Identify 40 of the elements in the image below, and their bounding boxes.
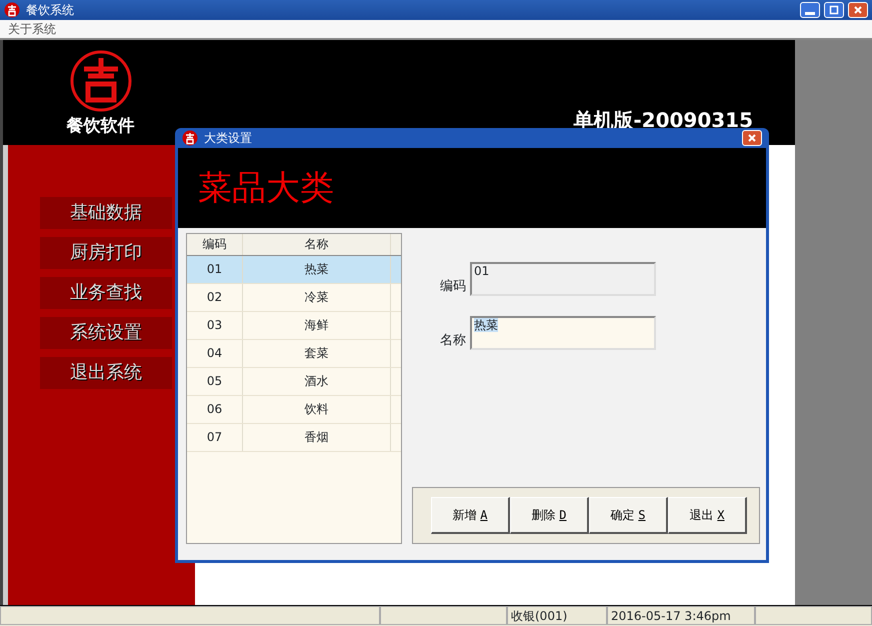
max-button[interactable] [824,2,844,18]
sidebar-item[interactable]: 厨房打印 [40,237,172,269]
input-field[interactable]: 热菜 [470,316,656,350]
maximize-icon [828,4,840,16]
sidebar-item[interactable]: 系统设置 [40,317,172,349]
window-title: 餐饮系统 [26,2,74,19]
grid-row[interactable]: 03 海鲜 [187,312,401,340]
minimize-icon [805,12,815,15]
grid-row[interactable]: 07 香烟 [187,424,401,452]
close-button[interactable] [848,2,868,18]
menu-item[interactable]: 关于系统 [8,20,56,38]
action-button[interactable]: 确定 S [589,497,668,534]
sidebar-item[interactable]: 基础数据 [40,197,172,229]
action-button[interactable]: 退出 X [668,497,747,534]
close-button[interactable] [742,130,762,146]
app-logo-icon [182,130,198,146]
grid-row[interactable]: 02 冷菜 [187,284,401,312]
grid-row[interactable]: 04 套菜 [187,340,401,368]
grid-row[interactable]: 05 酒水 [187,368,401,396]
column-header: 编码 [187,234,243,255]
field-label: 名称 [440,332,466,350]
min-button[interactable] [800,2,820,18]
input-field[interactable]: 01 [470,262,656,296]
grid-row[interactable]: 06 饮料 [187,396,401,424]
column-header: 名称 [243,234,391,255]
status-text: 收银(001) [507,606,607,625]
action-button[interactable]: 新增 A [431,497,510,534]
brand-name: 餐饮软件 [66,115,134,138]
dialog-heading: 菜品大类 [198,166,334,210]
sidebar-item[interactable]: 业务查找 [40,277,172,309]
close-icon [746,132,758,144]
logo-icon [70,50,132,112]
close-icon [852,4,864,16]
sidebar-item[interactable]: 退出系统 [40,357,172,389]
status-text: 2016-05-17 3:46pm [607,606,755,625]
action-button[interactable]: 删除 D [510,497,589,534]
field-label: 编码 [440,278,466,296]
app-logo-icon [4,2,20,18]
dialog-title: 大类设置 [204,130,252,147]
grid-row[interactable]: 01 热菜 [187,256,401,284]
